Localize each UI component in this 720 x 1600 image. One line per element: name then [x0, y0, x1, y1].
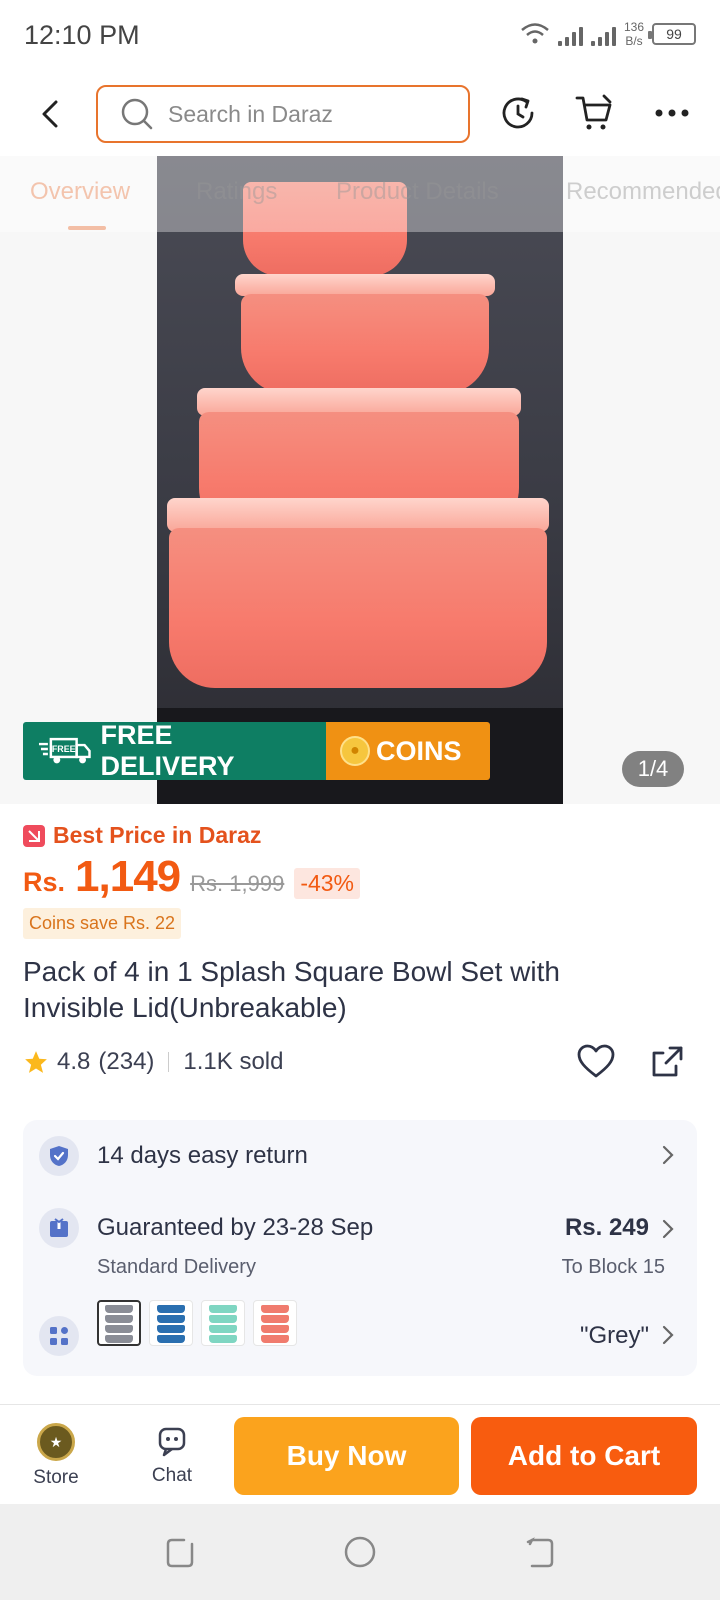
delivery-box-icon	[39, 1208, 79, 1248]
header	[0, 72, 720, 156]
system-nav-bar	[0, 1504, 720, 1600]
product-gallery[interactable]: FREE FREE DELIVERY ● COINS 1/4	[0, 156, 720, 804]
free-delivery-badge: FREE FREE DELIVERY	[23, 722, 326, 780]
delivery-type: Standard Delivery	[97, 1256, 256, 1278]
product-image[interactable]	[157, 156, 563, 804]
store-button[interactable]: ★ Store	[16, 1423, 96, 1489]
share-icon	[652, 1046, 683, 1077]
rating-row[interactable]: 4.8 (234) 1.1K sold	[23, 1048, 283, 1076]
back-nav-icon[interactable]	[522, 1534, 558, 1570]
store-label: Store	[33, 1467, 79, 1488]
variant-thumb-pink[interactable]	[253, 1300, 297, 1346]
delivery-row[interactable]: Guaranteed by 23-28 Sep Standard Deliver…	[23, 1190, 697, 1300]
net-speed-unit: B/s	[625, 34, 643, 48]
status-time: 12:10 PM	[24, 20, 140, 50]
wishlist-button[interactable]	[576, 1042, 622, 1088]
bowl-xlarge	[169, 528, 547, 688]
best-price-label: Best Price in Daraz	[53, 822, 262, 848]
rating-value: 4.8	[57, 1048, 91, 1075]
original-price: Rs. 1,999	[190, 871, 285, 896]
chevron-left-icon	[42, 100, 58, 128]
variant-thumb-blue[interactable]	[149, 1300, 193, 1346]
status-icons: 136 B/s 99	[520, 20, 696, 48]
home-icon[interactable]	[342, 1534, 378, 1570]
discount-badge: -43%	[294, 868, 361, 899]
return-policy-row[interactable]: 14 days easy return	[23, 1120, 697, 1190]
chevron-right-icon	[662, 1219, 674, 1239]
tab-overview[interactable]: Overview	[30, 178, 130, 206]
review-count: (234)	[98, 1048, 155, 1075]
tab-product-details[interactable]: Product Details	[336, 178, 499, 206]
variant-thumb-grey[interactable]	[97, 1300, 141, 1346]
star-icon	[25, 1051, 47, 1073]
price-tag-icon	[23, 824, 45, 847]
history-button[interactable]	[497, 92, 539, 134]
chat-button[interactable]: Chat	[132, 1423, 212, 1487]
recent-apps-icon[interactable]	[162, 1534, 198, 1570]
tab-active-indicator	[68, 226, 106, 230]
variant-thumb-mint[interactable]	[201, 1300, 245, 1346]
current-price: 1,149	[75, 852, 181, 901]
battery-level: 99	[666, 26, 682, 42]
cart-icon	[575, 94, 612, 130]
chevron-right-icon	[662, 1145, 674, 1165]
free-delivery-truck-icon: FREE	[38, 737, 91, 764]
coins-badge: ● COINS	[326, 722, 490, 780]
best-price-badge: Best Price in Daraz	[23, 822, 261, 849]
tab-recommended[interactable]: Recommended	[566, 178, 720, 206]
variant-row[interactable]: "Grey"	[23, 1300, 697, 1376]
bowl-medium	[241, 294, 489, 394]
store-logo-icon: ★	[37, 1423, 75, 1461]
coins-label: COINS	[376, 735, 462, 766]
cart-button[interactable]	[573, 92, 615, 134]
signal-icon	[557, 22, 583, 46]
share-button[interactable]	[648, 1042, 694, 1088]
variant-thumbnails	[97, 1300, 297, 1346]
selected-variant: "Grey"	[579, 1322, 649, 1349]
more-button[interactable]	[651, 92, 693, 134]
search-input[interactable]	[168, 100, 428, 128]
status-bar: 12:10 PM 136 B/s 99	[0, 0, 720, 72]
search-box[interactable]	[96, 85, 470, 143]
price-row: Rs. 1,149 Rs. 1,999 -43%	[23, 852, 361, 902]
sold-count: 1.1K sold	[183, 1048, 284, 1075]
section-tabs: Overview Ratings Product Details Recomme…	[0, 156, 720, 232]
search-icon	[121, 98, 153, 130]
bottom-action-bar: ★ Store Chat Buy Now Add to Cart	[0, 1404, 720, 1504]
promo-banner: FREE FREE DELIVERY ● COINS	[23, 722, 490, 780]
more-icon	[655, 109, 689, 117]
back-button[interactable]	[30, 94, 70, 134]
return-text: 14 days easy return	[97, 1142, 308, 1169]
product-title: Pack of 4 in 1 Splash Square Bowl Set wi…	[23, 956, 560, 1023]
net-speed-value: 136	[623, 20, 644, 34]
divider	[168, 1052, 170, 1072]
signal-icon-2	[590, 22, 616, 46]
free-delivery-label: FREE DELIVERY	[100, 722, 235, 780]
chevron-right-icon	[662, 1325, 674, 1345]
wifi-icon	[521, 23, 549, 44]
delivery-fee: Rs. 249	[564, 1214, 649, 1241]
free-tag: FREE	[52, 744, 76, 754]
coins-save-badge: Coins save Rs. 22	[23, 908, 182, 939]
chat-label: Chat	[151, 1465, 193, 1486]
image-counter: 1/4	[622, 751, 684, 787]
lid	[167, 498, 549, 532]
chat-icon	[158, 1427, 186, 1457]
net-speed: 136 B/s	[624, 20, 644, 48]
battery-icon: 99	[648, 23, 696, 45]
shield-icon	[39, 1136, 79, 1176]
history-icon	[502, 97, 534, 129]
add-to-cart-button[interactable]: Add to Cart	[471, 1417, 697, 1495]
delivery-location: To Block 15	[561, 1256, 665, 1278]
heart-icon	[577, 1044, 615, 1078]
service-info-card: 14 days easy return Guaranteed by 23-28 …	[23, 1120, 697, 1376]
grid-icon	[39, 1316, 79, 1356]
currency: Rs.	[23, 867, 66, 897]
buy-now-button[interactable]: Buy Now	[234, 1417, 459, 1495]
coin-icon: ●	[340, 736, 370, 766]
delivery-text: Guaranteed by 23-28 Sep	[97, 1214, 374, 1241]
lid	[235, 274, 495, 296]
tab-ratings[interactable]: Ratings	[196, 178, 277, 206]
